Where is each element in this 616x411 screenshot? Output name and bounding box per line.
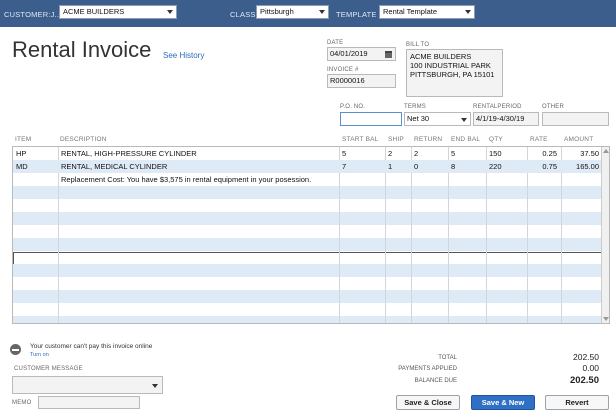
template-label: TEMPLATE [336, 10, 377, 19]
other-field[interactable] [542, 112, 609, 126]
chevron-down-icon [319, 10, 325, 14]
page-title: Rental Invoice [12, 37, 152, 62]
bill-to-line: ACME BUILDERS [410, 52, 472, 61]
po-label: P.O. NO. [340, 104, 366, 110]
chevron-down-icon [152, 384, 158, 388]
header-bar: CUSTOMER:J... ACME BUILDERS CLASS Pittsb… [0, 0, 616, 27]
online-payment-off-icon [10, 344, 21, 355]
cell-qty[interactable]: 220 [489, 162, 502, 171]
cell-amount[interactable]: 37.50 [563, 149, 599, 158]
line-items-header: ITEM DESCRIPTION START BAL SHIP RETURN E… [12, 135, 610, 146]
line-items-table[interactable]: HP RENTAL, HIGH-PRESSURE CYLINDER 5 2 2 … [12, 146, 610, 324]
table-scrollbar[interactable] [601, 147, 609, 323]
table-row[interactable] [13, 264, 603, 277]
cell-return[interactable]: 2 [414, 149, 418, 158]
calendar-icon[interactable] [385, 51, 392, 58]
balance-due-label: BALANCE DUE [414, 378, 457, 384]
terms-select[interactable]: Net 30 [404, 112, 471, 126]
balance-due-value: 202.50 [569, 375, 599, 386]
chevron-down-icon [461, 118, 467, 122]
table-row[interactable] [13, 212, 603, 225]
payment-notice: Your customer can't pay this invoice onl… [30, 343, 153, 350]
save-close-button[interactable]: Save & Close [396, 395, 460, 410]
customer-select[interactable]: ACME BUILDERS [59, 5, 177, 19]
date-field[interactable]: 04/01/2019 [327, 47, 396, 61]
column-header-item: ITEM [15, 136, 32, 143]
payments-applied-value: 0.00 [582, 363, 599, 373]
table-row[interactable]: MD RENTAL, MEDICAL CYLINDER 7 1 0 8 220 … [13, 160, 603, 173]
bill-to-line: PITTSBURGH, PA 15101 [410, 70, 495, 79]
customer-message-select[interactable] [12, 376, 163, 394]
cell-ship[interactable]: 2 [388, 149, 392, 158]
total-value: 202.50 [573, 352, 599, 362]
other-label: OTHER [542, 104, 564, 110]
cell-description[interactable]: RENTAL, HIGH-PRESSURE CYLINDER [61, 149, 197, 158]
invoice-number-label: INVOICE # [327, 67, 359, 73]
turn-on-link[interactable]: Turn on [30, 352, 49, 358]
class-value: Pittsburgh [260, 7, 294, 16]
cell-end-bal[interactable]: 8 [451, 162, 455, 171]
table-row[interactable] [13, 316, 603, 323]
cell-return[interactable]: 0 [414, 162, 418, 171]
payments-applied-label: PAYMENTS APPLIED [398, 366, 457, 372]
chevron-down-icon [465, 10, 471, 14]
bill-to-field[interactable]: ACME BUILDERS 100 INDUSTRIAL PARK PITTSB… [406, 49, 503, 97]
column-header-return: RETURN [414, 136, 443, 143]
class-label: CLASS [230, 10, 256, 19]
table-row[interactable]: Replacement Cost: You have $3,575 in ren… [13, 173, 603, 186]
total-label: TOTAL [438, 355, 457, 361]
table-row[interactable] [13, 238, 603, 251]
column-header-rate: RATE [530, 136, 548, 143]
cell-description[interactable]: Replacement Cost: You have $3,575 in ren… [61, 175, 311, 184]
rental-period-label: RENTALPERIOD [473, 104, 522, 110]
invoice-number-value: R0000016 [330, 76, 365, 85]
column-header-description: DESCRIPTION [60, 136, 107, 143]
column-header-qty: QTY [489, 136, 503, 143]
table-row[interactable]: HP RENTAL, HIGH-PRESSURE CYLINDER 5 2 2 … [13, 147, 603, 160]
column-header-start-bal: START BAL [342, 136, 379, 143]
po-field[interactable] [340, 112, 402, 126]
terms-value: Net 30 [407, 114, 430, 123]
cell-ship[interactable]: 1 [388, 162, 392, 171]
cell-description[interactable]: RENTAL, MEDICAL CYLINDER [61, 162, 167, 171]
rental-period-value: 4/1/19-4/30/19 [476, 114, 525, 123]
cell-amount[interactable]: 165.00 [563, 162, 599, 171]
scroll-down-icon[interactable] [603, 317, 609, 321]
revert-button[interactable]: Revert [545, 395, 609, 410]
cell-end-bal[interactable]: 5 [451, 149, 455, 158]
memo-label: MEMO [12, 400, 32, 406]
table-row[interactable] [13, 186, 603, 199]
cell-start-bal[interactable]: 5 [342, 149, 346, 158]
customer-value: ACME BUILDERS [63, 7, 125, 16]
bill-to-label: BILL TO [406, 42, 430, 48]
terms-label: TERMS [404, 104, 426, 110]
table-row[interactable] [13, 290, 603, 303]
column-header-amount: AMOUNT [564, 136, 594, 143]
save-new-button[interactable]: Save & New [471, 395, 535, 410]
column-header-end-bal: END BAL [451, 136, 481, 143]
date-label: DATE [327, 40, 344, 46]
cell-rate[interactable]: 0.25 [529, 149, 557, 158]
column-header-ship: SHIP [388, 136, 404, 143]
template-value: Rental Template [383, 7, 438, 16]
cell-start-bal[interactable]: 7 [342, 162, 346, 171]
date-value: 04/01/2019 [330, 49, 368, 58]
invoice-number-field[interactable]: R0000016 [327, 74, 396, 88]
chevron-down-icon [167, 10, 173, 14]
cell-item[interactable]: HP [16, 149, 26, 158]
memo-field[interactable] [38, 396, 140, 409]
customer-message-label: CUSTOMER MESSAGE [14, 366, 83, 372]
template-select[interactable]: Rental Template [379, 5, 475, 19]
scroll-up-icon[interactable] [603, 149, 609, 153]
rental-period-field[interactable]: 4/1/19-4/30/19 [473, 112, 539, 126]
customer-label: CUSTOMER:J... [4, 10, 62, 19]
cell-qty[interactable]: 150 [489, 149, 502, 158]
cell-item[interactable]: MD [16, 162, 28, 171]
cell-rate[interactable]: 0.75 [529, 162, 557, 171]
see-history-link[interactable]: See History [163, 51, 204, 60]
bill-to-line: 100 INDUSTRIAL PARK [410, 61, 491, 70]
class-select[interactable]: Pittsburgh [256, 5, 329, 19]
